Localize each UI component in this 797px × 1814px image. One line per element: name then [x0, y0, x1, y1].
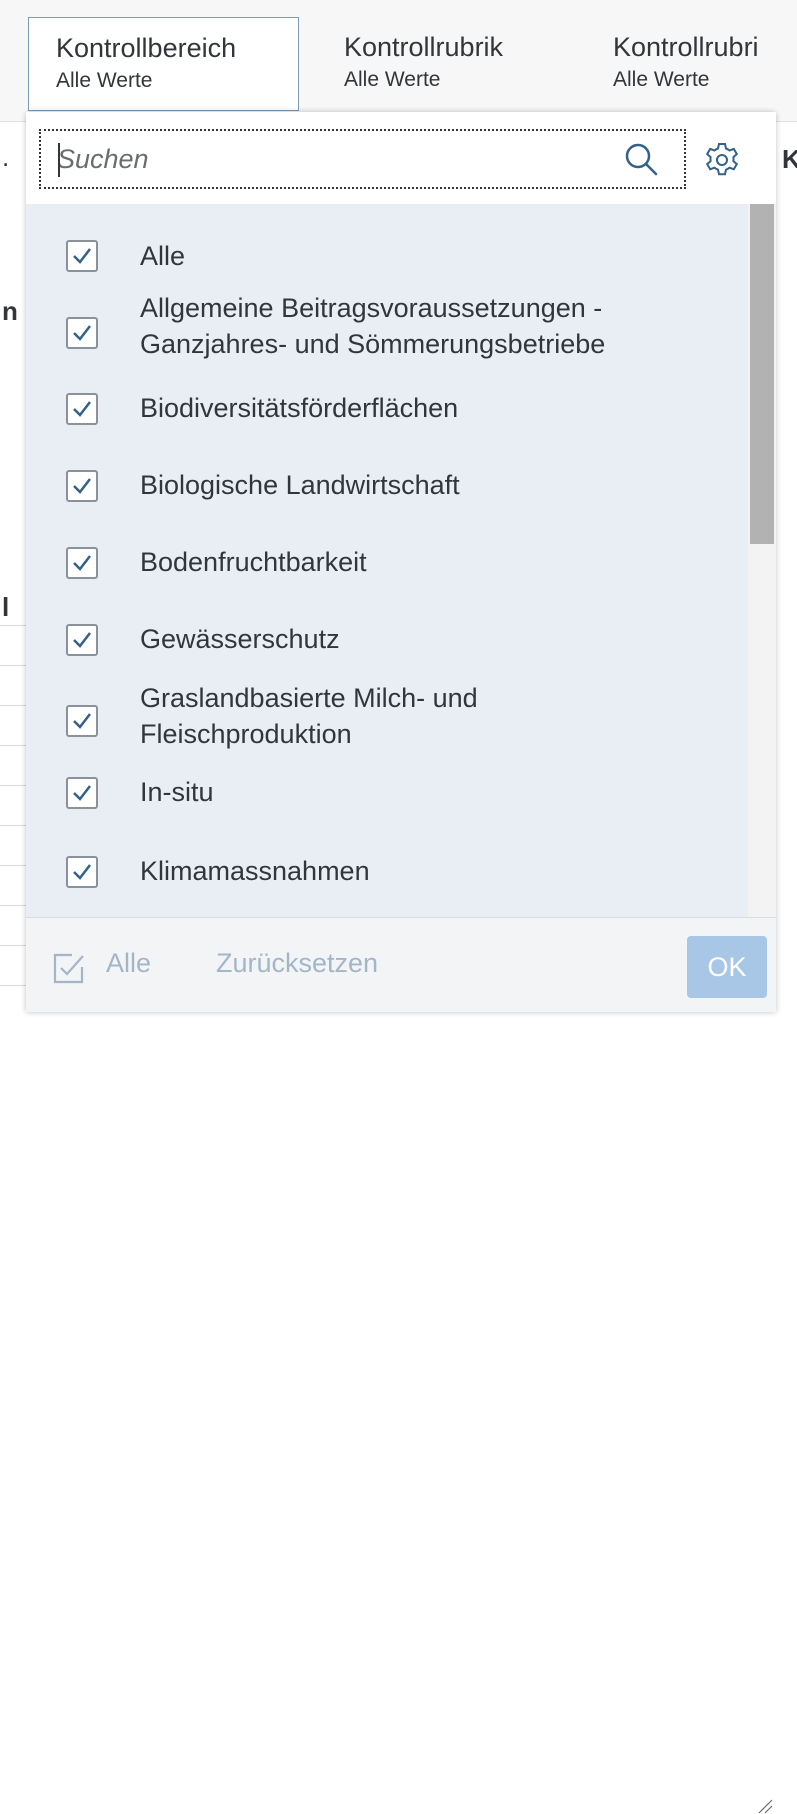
- background-text-fragment: n: [2, 296, 18, 326]
- list-item-label: In-situ: [140, 777, 214, 807]
- checkmark-icon: [73, 478, 91, 494]
- background-table-row: [0, 905, 26, 906]
- background-text-fragment: K: [782, 144, 797, 174]
- filter-tab-title: Kontrollbereich: [56, 33, 237, 63]
- search-input[interactable]: [47, 135, 607, 183]
- list-item[interactable]: Graslandbasierte Milch- und Fleischprodu…: [26, 678, 748, 758]
- background-text-fragment: l: [2, 592, 10, 622]
- list-item-label: Alle: [140, 241, 186, 271]
- checkbox-checked[interactable]: [66, 240, 98, 272]
- list-item-label: Gewässerschutz: [140, 624, 340, 654]
- checkbox-checked[interactable]: [66, 317, 98, 349]
- list-item[interactable]: In-situ: [26, 765, 748, 825]
- reset-button[interactable]: Zurücksetzen: [216, 948, 378, 979]
- text-caret: [58, 143, 60, 177]
- list-item[interactable]: Biodiversitätsförderflächen: [26, 379, 748, 439]
- filter-tab-kontrollrubrik-2[interactable]: Kontrollrubri Alle Werte: [613, 17, 797, 111]
- select-all-button[interactable]: Alle: [106, 948, 151, 979]
- checkbox-checked[interactable]: [66, 547, 98, 579]
- background-table-row: [0, 625, 26, 626]
- resize-handle-icon[interactable]: [757, 1798, 773, 1814]
- ok-button[interactable]: OK: [687, 936, 767, 998]
- filter-tab-value: Alle Werte: [56, 69, 153, 92]
- checkbox-checked[interactable]: [66, 705, 98, 737]
- scrollbar-thumb[interactable]: [750, 204, 774, 544]
- search-icon[interactable]: [623, 141, 659, 177]
- filter-tab-title: Kontrollrubrik: [344, 32, 504, 62]
- list-item[interactable]: Gewässerschutz: [26, 610, 748, 670]
- list-item[interactable]: Bodenfruchtbarkeit: [26, 533, 748, 593]
- checkbox-checked[interactable]: [66, 856, 98, 888]
- search-row: [26, 112, 776, 204]
- checkbox-checked[interactable]: [66, 624, 98, 656]
- list-item[interactable]: Klimamassnahmen: [26, 842, 748, 902]
- background-table-row: [0, 825, 26, 826]
- filter-tab-title: Kontrollrubri: [613, 32, 759, 62]
- checkmark-icon: [73, 401, 91, 417]
- filter-bar: Kontrollbereich Alle Werte Kontrollrubri…: [0, 0, 797, 122]
- list-item-label: Ganzjahres- und Sömmerungsbetriebe: [140, 329, 606, 359]
- checkmark-icon: [73, 713, 91, 729]
- checkmark-icon: [73, 555, 91, 571]
- checkmark-icon: [73, 785, 91, 801]
- select-all-icon[interactable]: [52, 951, 86, 985]
- checkmark-icon: [73, 325, 91, 341]
- popover-footer: Alle Zurücksetzen OK: [26, 917, 776, 1814]
- background-table-row: [0, 665, 26, 666]
- filter-tab-value: Alle Werte: [344, 68, 441, 91]
- background-table-row: [0, 865, 26, 866]
- gear-icon[interactable]: [702, 140, 742, 180]
- background-table-row: [0, 785, 26, 786]
- filter-tab-kontrollbereich[interactable]: Kontrollbereich Alle Werte: [28, 17, 299, 111]
- filter-value-popover: Alle Allgemeine Beitragsvoraussetzungen …: [26, 112, 776, 1814]
- list-item-label: Allgemeine Beitragsvoraussetzungen -: [140, 293, 603, 323]
- checkmark-icon: [73, 632, 91, 648]
- checkmark-icon: [73, 864, 91, 880]
- filter-tab-kontrollrubrik[interactable]: Kontrollrubrik Alle Werte: [344, 17, 574, 111]
- list-item[interactable]: Allgemeine Beitragsvoraussetzungen - Gan…: [26, 292, 748, 372]
- list-item-label: Fleischproduktion: [140, 719, 352, 749]
- background-table-row: [0, 945, 26, 946]
- checkbox-checked[interactable]: [66, 470, 98, 502]
- checkmark-icon: [73, 248, 91, 264]
- checkbox-checked[interactable]: [66, 393, 98, 425]
- background-table-row: [0, 985, 26, 986]
- list-item-label: Bodenfruchtbarkeit: [140, 547, 367, 577]
- checkbox-checked[interactable]: [66, 777, 98, 809]
- background-table-row: [0, 705, 26, 706]
- list-item[interactable]: Biologische Landwirtschaft: [26, 456, 748, 516]
- search-field[interactable]: [39, 129, 686, 189]
- background-table-row: [0, 745, 26, 746]
- list-item-label: Biodiversitätsförderflächen: [140, 393, 459, 423]
- list-item[interactable]: Alle: [26, 226, 748, 286]
- background-text-fragment: .: [2, 142, 10, 172]
- list-item-label: Klimamassnahmen: [140, 856, 370, 886]
- list-item-label: Graslandbasierte Milch- und: [140, 683, 478, 713]
- filter-tab-value: Alle Werte: [613, 68, 710, 91]
- list-item-label: Biologische Landwirtschaft: [140, 470, 460, 500]
- value-list: Alle Allgemeine Beitragsvoraussetzungen …: [26, 204, 776, 917]
